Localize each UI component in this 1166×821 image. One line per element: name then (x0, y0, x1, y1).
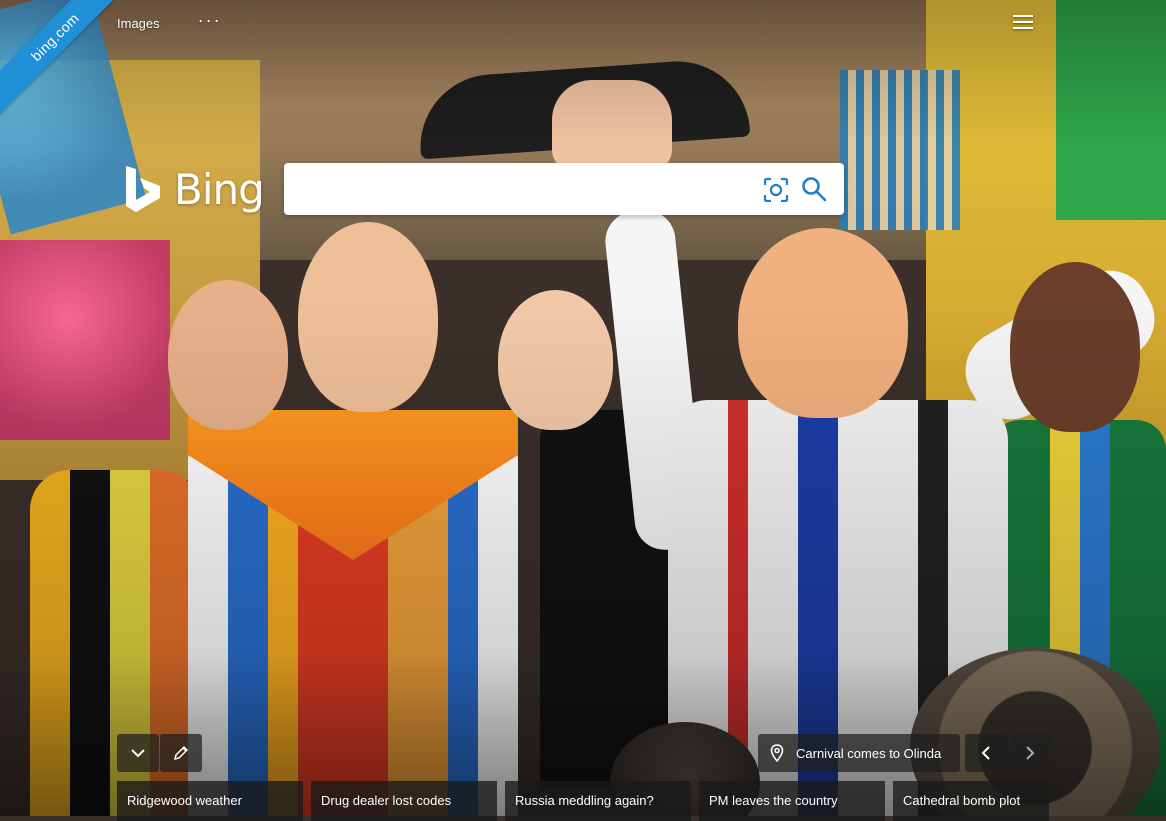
bing-logo[interactable]: Bing (124, 164, 265, 214)
hamburger-menu-icon[interactable] (1013, 15, 1033, 31)
trending-news-bar: Ridgewood weather Drug dealer lost codes… (117, 781, 1049, 821)
search-input[interactable] (296, 173, 760, 207)
top-nav: Images ··· (117, 10, 222, 31)
background-vignette (0, 0, 1166, 816)
edit-button[interactable] (160, 734, 202, 772)
pencil-icon (173, 745, 189, 761)
trending-tile[interactable]: Russia meddling again? (505, 781, 691, 821)
trending-tile[interactable]: Drug dealer lost codes (311, 781, 497, 821)
location-pin-icon (770, 744, 784, 762)
trending-tile[interactable]: PM leaves the country (699, 781, 885, 821)
bing-logo-icon (126, 166, 160, 212)
chevron-left-icon (981, 746, 990, 760)
images-link[interactable]: Images (117, 16, 160, 31)
visual-search-icon[interactable] (762, 176, 790, 204)
next-image-button[interactable] (1010, 734, 1050, 772)
collapse-button[interactable] (117, 734, 159, 772)
search-box (284, 163, 844, 215)
menu-line (1013, 21, 1033, 23)
image-info-button[interactable]: Carnival comes to Olinda (758, 734, 960, 772)
image-caption: Carnival comes to Olinda (796, 745, 942, 761)
bing-logo-text: Bing (174, 164, 265, 214)
chevron-right-icon (1026, 746, 1035, 760)
background-image (0, 0, 1166, 816)
more-options-button[interactable]: ··· (198, 10, 222, 31)
previous-image-button[interactable] (965, 734, 1007, 772)
trending-tile[interactable]: Ridgewood weather (117, 781, 303, 821)
search-icon[interactable] (800, 175, 828, 203)
menu-line (1013, 27, 1033, 29)
menu-line (1013, 15, 1033, 17)
chevron-down-icon (131, 749, 145, 758)
trending-tile[interactable]: Cathedral bomb plot (893, 781, 1049, 821)
